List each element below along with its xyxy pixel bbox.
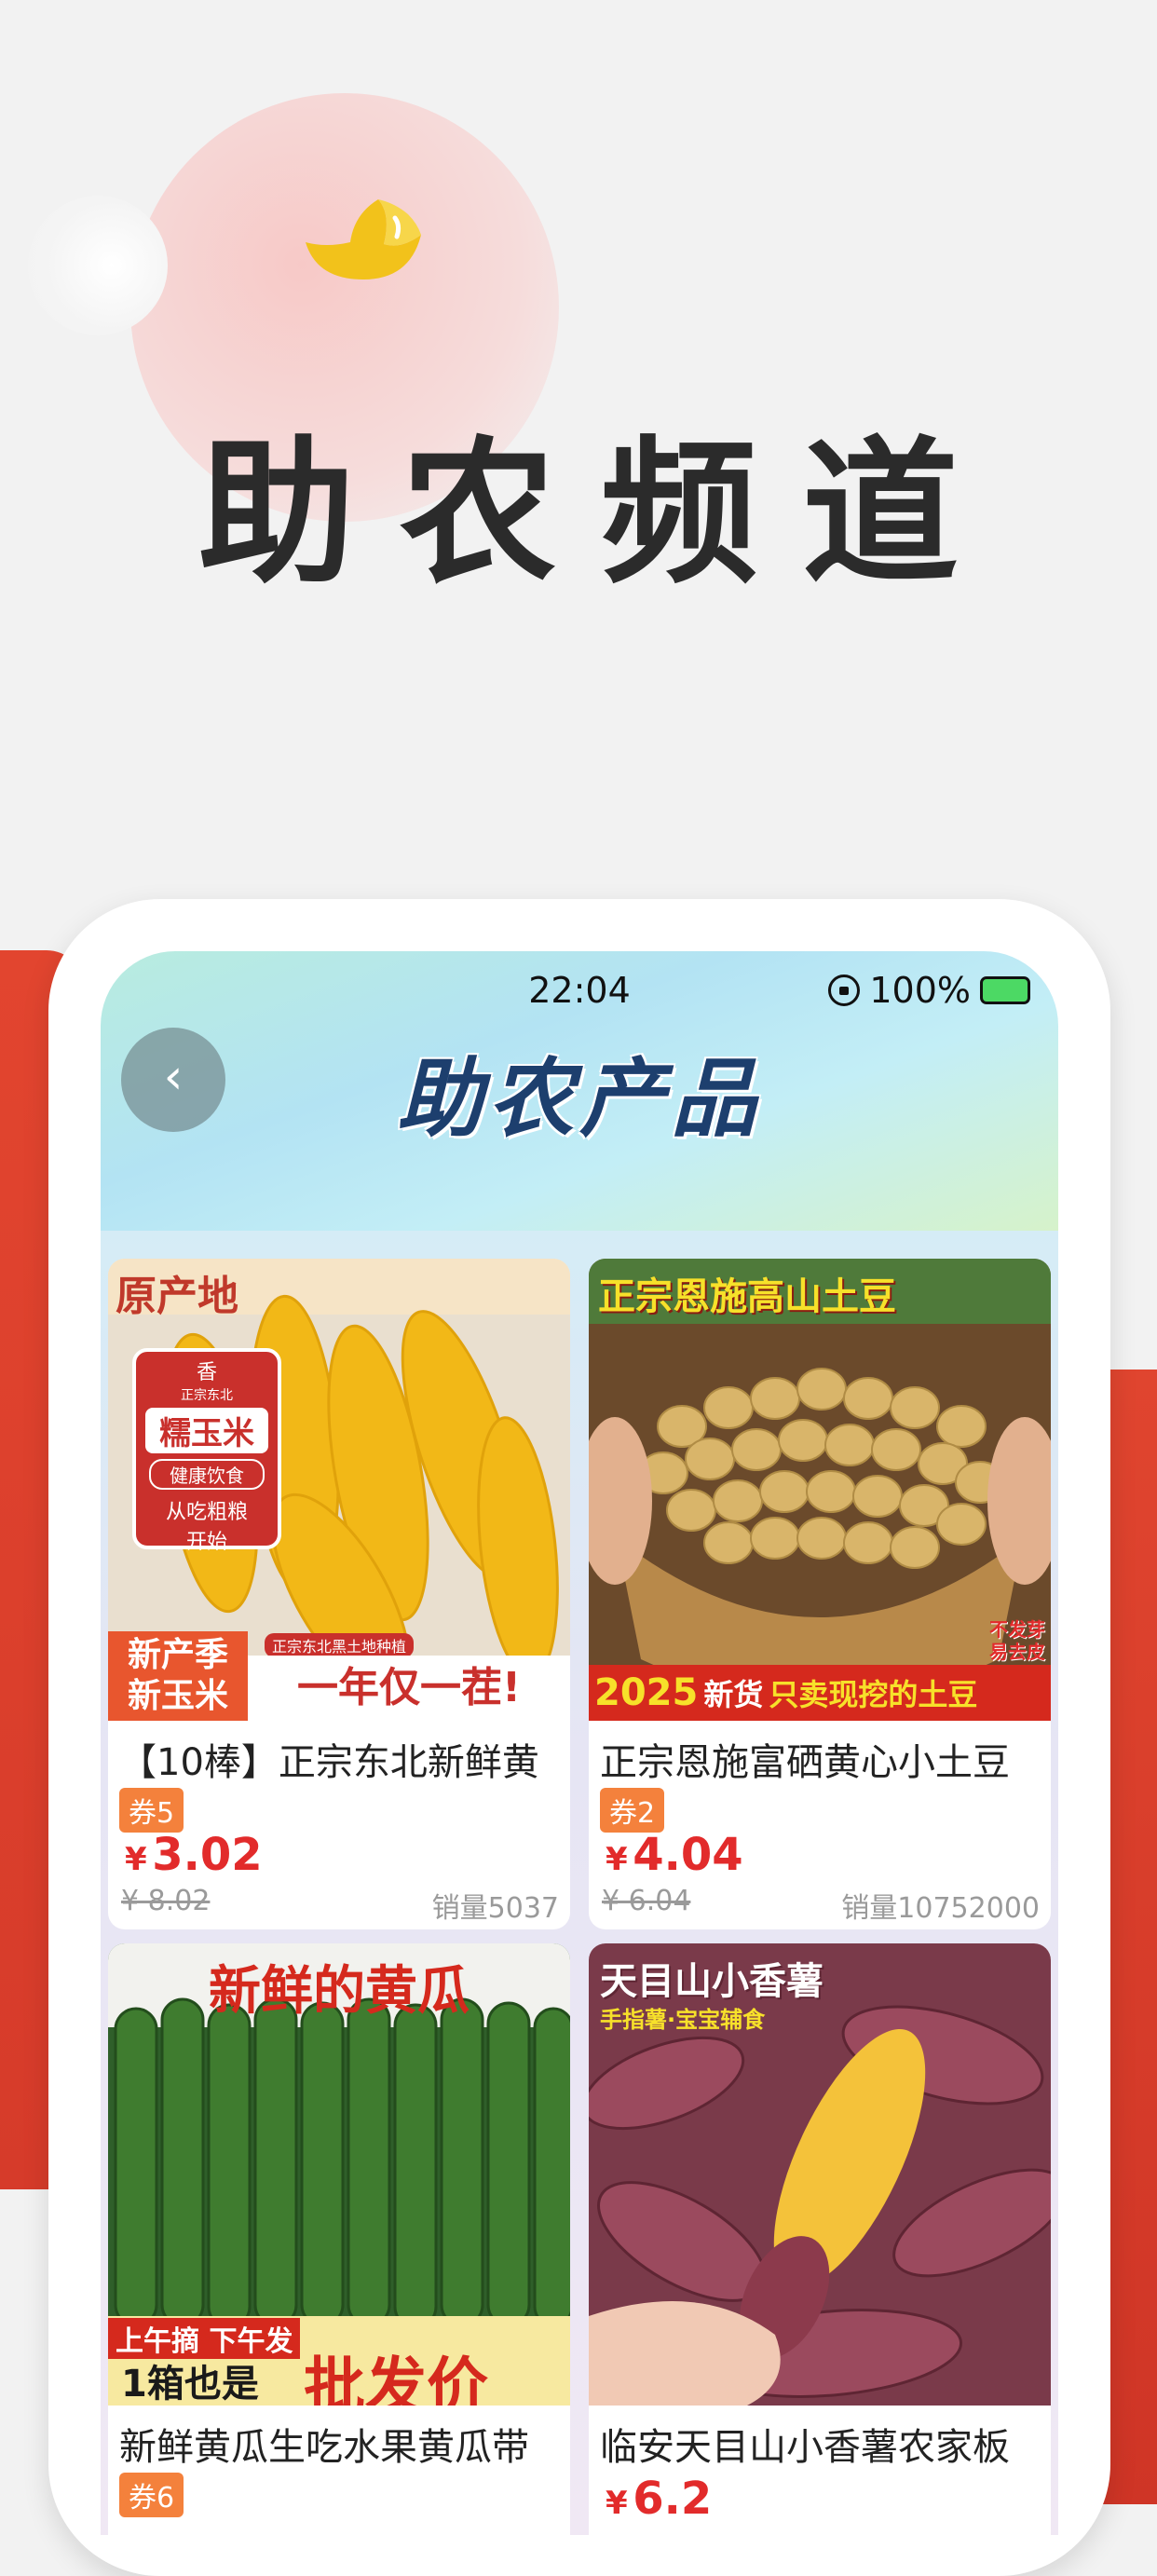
battery-icon (980, 976, 1030, 1004)
product-card[interactable]: 正宗恩施高山土豆 不发芽 易去皮 2025 新货 只卖现挖的土豆 正宗恩施富硒黄… (589, 1259, 1051, 1929)
price-value: 6.2 (633, 2473, 713, 2525)
orientation-lock-icon (828, 975, 861, 1006)
sweet-potato-top-text: 天目山小香薯 (600, 1960, 824, 2003)
cucumber-big-text: 批发价 (304, 2351, 488, 2406)
decor-circle-small (28, 196, 168, 335)
corn-badge: 香 正宗东北 糯玉米 健康饮食 从吃粗粮 开始 (132, 1348, 281, 1554)
cucumber-top-text: 新鲜的黄瓜 (209, 1961, 470, 2022)
banner-main: 一年仅一茬! (248, 1656, 570, 1721)
cucumber-box-text: 1箱也是 (121, 2363, 259, 2406)
potato-illustration (589, 1259, 1051, 1721)
product-card[interactable]: 天目山小香薯 手指薯·宝宝辅食 临安天目山小香薯农家板 ¥ 6.2 (589, 1943, 1051, 2535)
product-card[interactable]: 新鲜的黄瓜 上午摘 下午发 1箱也是 批发价 新鲜黄瓜生吃水果黄瓜带 券6 (108, 1943, 570, 2535)
currency-symbol: ¥ (606, 1841, 628, 1878)
product-name: 新鲜黄瓜生吃水果黄瓜带 (119, 2426, 529, 2469)
gold-ingot-icon (306, 199, 421, 279)
product-image-sweet-potato: 天目山小香薯 手指薯·宝宝辅食 (589, 1943, 1051, 2406)
new-text: 新货 (703, 1677, 764, 1712)
potato-side-text: 不发芽 易去皮 (989, 1618, 1045, 1663)
status-bar: 22:04 100% (101, 964, 1058, 1020)
page-title: 助农产品 (396, 1049, 762, 1149)
hero-title: 助农频道 (198, 422, 1003, 605)
product-name: 【10棒】正宗东北新鲜黄 (119, 1741, 539, 1784)
dig-text: 只卖现挖的土豆 (769, 1677, 978, 1712)
badge-main: 糯玉米 (145, 1408, 268, 1453)
badge-small: 正宗东北 (181, 1388, 233, 1403)
product-name: 正宗恩施富硒黄心小土豆 (600, 1741, 1010, 1784)
badge-line1: 从吃粗粮 (165, 1501, 248, 1524)
potato-top-text: 正宗恩施高山土豆 (598, 1275, 896, 1318)
sales-count: 销量10752000 (841, 1892, 1040, 1925)
potato-bottom-banner: 2025 新货 只卖现挖的土豆 (589, 1665, 1051, 1721)
season-badge: 新产季 新玉米 (108, 1631, 248, 1721)
status-right: 100% (828, 970, 1030, 1011)
badge-line2: 开始 (185, 1531, 227, 1554)
battery-percent: 100% (869, 970, 971, 1011)
price-value: 3.02 (152, 1829, 263, 1881)
product-price: ¥ 4.04 (606, 1829, 743, 1881)
original-price: ¥ 6.04 (602, 1885, 691, 1917)
side-line1: 不发芽 (989, 1618, 1045, 1641)
product-image-potato: 正宗恩施高山土豆 不发芽 易去皮 2025 新货 只卖现挖的土豆 (589, 1259, 1051, 1721)
currency-symbol: ¥ (125, 1841, 147, 1878)
product-image-cucumber: 新鲜的黄瓜 上午摘 下午发 1箱也是 批发价 (108, 1943, 570, 2406)
product-card[interactable]: 原产地 香 正宗东北 糯玉米 健康饮食 从吃粗粮 开始 新产季 新玉米 正宗东北… (108, 1259, 570, 1929)
sales-count: 销量5037 (431, 1892, 559, 1925)
product-price: ¥ 6.2 (606, 2473, 712, 2525)
banner-small: 正宗东北黑土地种植 (265, 1633, 415, 1657)
original-price: ¥ 8.02 (121, 1885, 211, 1917)
coupon-badge: 券2 (600, 1788, 665, 1833)
sweet-potato-sub-text: 手指薯·宝宝辅食 (600, 2007, 766, 2033)
currency-symbol: ¥ (606, 2485, 628, 2522)
year-text: 2025 (594, 1671, 699, 1714)
badge-pill: 健康饮食 (149, 1459, 265, 1490)
side-line2: 易去皮 (989, 1641, 1045, 1663)
origin-label: 原产地 (116, 1273, 238, 1320)
app-screen: 22:04 100% ‹ 助农产品 原产地 香 正宗东北 糯玉米 健康饮食 从吃… (101, 951, 1058, 2535)
season-line1: 新产季 (127, 1636, 228, 1674)
price-value: 4.04 (633, 1829, 743, 1881)
season-line2: 新玉米 (127, 1677, 228, 1715)
coupon-badge: 券5 (119, 1788, 184, 1833)
product-name: 临安天目山小香薯农家板 (600, 2426, 1010, 2469)
badge-top: 香 (196, 1361, 217, 1384)
product-image-corn: 原产地 香 正宗东北 糯玉米 健康饮食 从吃粗粮 开始 新产季 新玉米 正宗东北… (108, 1259, 570, 1721)
product-price: ¥ 3.02 (125, 1829, 263, 1881)
coupon-badge: 券6 (119, 2473, 184, 2517)
phone-frame: 22:04 100% ‹ 助农产品 原产地 香 正宗东北 糯玉米 健康饮食 从吃… (48, 899, 1110, 2576)
